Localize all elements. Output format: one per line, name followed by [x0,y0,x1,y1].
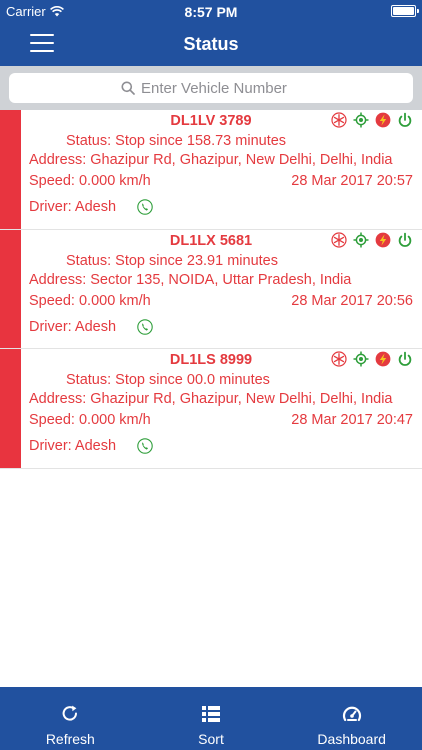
vehicle-speed: Speed: 0.000 km/h [29,292,151,309]
vehicle-address: Address: Sector 135, NOIDA, Uttar Prades… [29,271,352,288]
power-icon[interactable] [397,351,413,367]
driver-name: Driver: Adesh [29,199,117,215]
ac-snowflake-icon[interactable] [331,351,347,367]
vehicle-status: Status: Stop since 00.0 minutes [66,372,270,388]
dashboard-gauge-icon [342,706,361,722]
refresh-button[interactable]: Refresh [0,687,141,750]
power-icon[interactable] [397,112,413,128]
sort-list-icon [202,706,220,722]
sort-label: Sort [198,731,224,747]
vehicle-speed: Speed: 0.000 km/h [29,412,151,428]
vehicle-address: Address: Ghazipur Rd, Ghazipur, New Delh… [29,391,393,407]
ignition-bolt-icon[interactable] [375,351,391,367]
vehicle-number-input[interactable] [141,79,301,97]
gps-target-icon[interactable] [353,232,369,248]
vehicle-list: DL1LV 3789 Status: Stop since 158.73 minu… [0,110,422,469]
status-bar: Carrier 8:57 PM [0,0,422,22]
gps-target-icon[interactable] [353,351,369,367]
search-bar [0,66,422,110]
vehicle-timestamp: 28 Mar 2017 20:57 [291,173,413,189]
vehicle-row[interactable]: DL1LS 8999 Status: Stop since 00.0 minute… [0,349,422,469]
phone-icon[interactable] [137,199,153,215]
bottom-tab-bar: Refresh Sort Dashboard [0,687,422,750]
phone-icon[interactable] [137,318,153,335]
search-icon [121,81,135,95]
refresh-label: Refresh [45,731,95,747]
battery-icon [391,5,419,17]
clock: 8:57 PM [184,4,238,20]
dashboard-label: Dashboard [317,731,386,747]
search-field[interactable] [9,73,413,103]
vehicle-speed: Speed: 0.000 km/h [29,173,151,189]
vehicle-status-icons [331,351,413,367]
vehicle-row[interactable]: DL1LX 5681 Status: Stop since 23.91 minut… [0,229,422,349]
ignition-bolt-icon[interactable] [375,232,391,248]
navigation-bar: Status [0,22,422,66]
driver-name: Driver: Adesh [29,318,117,335]
sort-button[interactable]: Sort [141,687,282,750]
phone-icon[interactable] [137,438,153,454]
vehicle-timestamp: 28 Mar 2017 20:47 [291,412,413,428]
vehicle-timestamp: 28 Mar 2017 20:56 [291,292,413,309]
vehicle-row[interactable]: DL1LV 3789 Status: Stop since 158.73 minu… [0,110,422,230]
vehicle-status-icons [331,231,413,248]
ignition-bolt-icon[interactable] [375,112,391,128]
dashboard-button[interactable]: Dashboard [281,687,422,750]
power-icon[interactable] [397,232,413,248]
vehicle-address: Address: Ghazipur Rd, Ghazipur, New Delh… [29,152,393,168]
page-title: Status [183,34,239,54]
gps-target-icon[interactable] [353,112,369,128]
ac-snowflake-icon[interactable] [331,112,347,128]
vehicle-status: Status: Stop since 158.73 minutes [66,133,287,149]
driver-name: Driver: Adesh [29,438,117,454]
vehicle-status-icons [331,112,413,128]
refresh-icon [62,705,78,721]
ac-snowflake-icon[interactable] [331,231,347,248]
vehicle-status: Status: Stop since 23.91 minutes [66,252,278,269]
